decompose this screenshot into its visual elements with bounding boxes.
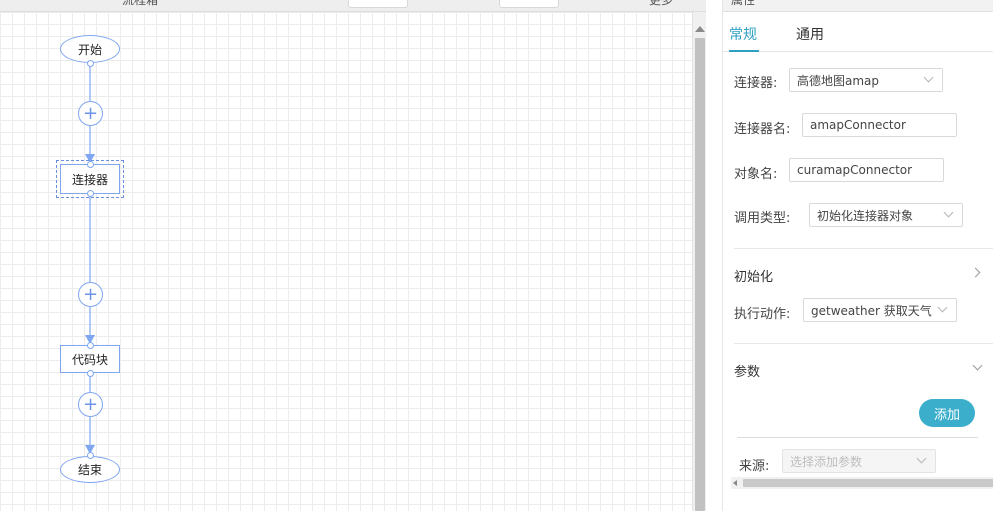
action-select[interactable]: getweather 获取天气 <box>803 298 957 322</box>
end-node[interactable]: 结束 <box>60 456 120 483</box>
add-param-button[interactable]: 添加 <box>919 399 975 427</box>
params-section-title[interactable]: 参数 <box>734 361 760 380</box>
flow-canvas-area: 流程箱 更多 开始 + 连接器 + 代码块 + 结束 <box>0 0 706 511</box>
start-node[interactable]: 开始 <box>60 35 120 63</box>
chevron-down-icon <box>916 453 927 464</box>
object-name-label: 对象名: <box>734 167 778 182</box>
panel-header: 属性 <box>723 0 993 12</box>
start-node-port[interactable] <box>86 59 94 67</box>
object-name-value: curamapConnector <box>797 163 913 177</box>
connector-name-value: amapConnector <box>810 118 906 132</box>
call-type-value: 初始化连接器对象 <box>817 208 914 223</box>
object-name-input[interactable]: curamapConnector <box>789 158 944 182</box>
tab-general[interactable]: 常规 <box>729 24 757 44</box>
canvas-vertical-scrollbar[interactable] <box>692 12 706 511</box>
divider <box>734 343 993 344</box>
connector-node-port-top[interactable] <box>86 160 94 168</box>
plus-icon: + <box>82 283 99 305</box>
plus-icon: + <box>82 102 99 124</box>
scroll-left-icon[interactable] <box>733 480 737 486</box>
action-select-value: getweather 获取天气 <box>811 303 932 318</box>
panel-horizontal-scrollbar[interactable] <box>731 477 993 489</box>
end-node-label: 结束 <box>77 463 102 477</box>
source-label: 来源: <box>739 459 770 474</box>
code-block-node[interactable]: 代码块 <box>60 345 120 373</box>
divider <box>737 437 978 438</box>
call-type-select[interactable]: 初始化连接器对象 <box>809 203 963 227</box>
connector-name-input[interactable]: amapConnector <box>802 113 957 137</box>
connector-name-label: 连接器名: <box>734 122 791 137</box>
property-panel: 属性 常规 通用 连接器: 高德地图amap 连接器名: amapConnect… <box>722 0 993 511</box>
chevron-down-icon <box>943 207 954 218</box>
chevron-down-icon[interactable] <box>972 360 983 371</box>
tab-common[interactable]: 通用 <box>796 24 824 44</box>
plus-icon: + <box>82 393 99 415</box>
action-label: 执行动作: <box>734 307 791 322</box>
code-block-node-label: 代码块 <box>71 352 108 367</box>
add-node-button-1[interactable]: + <box>78 101 103 126</box>
active-tab-indicator <box>729 50 759 52</box>
scroll-thumb[interactable] <box>695 38 705 511</box>
connector-select[interactable]: 高德地图amap <box>789 68 943 92</box>
scroll-up-icon[interactable] <box>695 26 705 32</box>
chevron-down-icon <box>937 302 948 313</box>
init-section-title[interactable]: 初始化 <box>734 266 773 285</box>
add-node-button-3[interactable]: + <box>78 392 103 417</box>
end-node-port[interactable] <box>86 451 94 459</box>
add-node-button-2[interactable]: + <box>78 282 103 307</box>
scroll-thumb[interactable] <box>743 479 993 487</box>
chevron-down-icon <box>923 72 934 83</box>
source-select-placeholder: 选择添加参数 <box>790 454 863 469</box>
divider <box>734 248 993 249</box>
start-node-label: 开始 <box>77 42 102 57</box>
source-select[interactable]: 选择添加参数 <box>782 449 936 473</box>
connector-node-port-bottom[interactable] <box>86 189 94 197</box>
panel-header-title: 属性 <box>731 0 756 7</box>
panel-tabs: 常规 通用 <box>723 12 993 52</box>
connector-select-value: 高德地图amap <box>797 73 880 88</box>
code-block-node-port-top[interactable] <box>86 341 94 349</box>
chevron-right-icon[interactable] <box>970 267 981 278</box>
connector-label: 连接器: <box>734 76 778 91</box>
code-block-node-port-bottom[interactable] <box>86 369 94 377</box>
call-type-label: 调用类型: <box>734 211 791 226</box>
flow-edges <box>85 65 95 454</box>
connector-node-label: 连接器 <box>71 172 108 187</box>
